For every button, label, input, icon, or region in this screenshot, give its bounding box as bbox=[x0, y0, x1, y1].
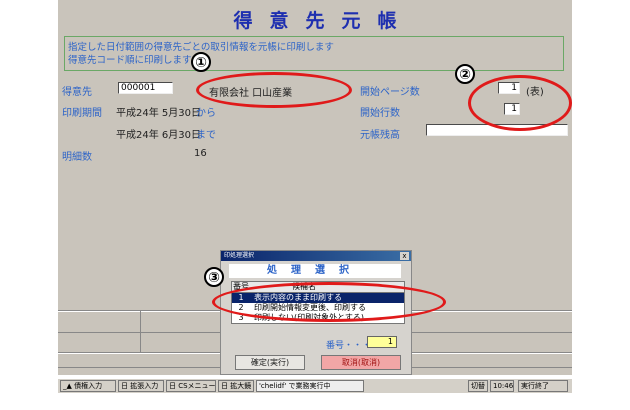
dialog-heading: 処理選択 bbox=[229, 264, 401, 278]
instruction-box: 指定した日付範囲の得意先ごとの取引情報を元帳に印刷します 得意先コード順に印刷し… bbox=[64, 36, 564, 71]
taskbar: _▲ 債権入力 日 拡張入力 日 CSメニュー 日 拡大鏡 'chelidf' … bbox=[58, 378, 572, 393]
period-from-date[interactable]: 平成24年 5月30日 bbox=[116, 104, 201, 119]
annotation-marker-2: ② bbox=[455, 64, 475, 84]
annotation-marker-3: ③ bbox=[204, 267, 224, 287]
annotation-circle-1 bbox=[196, 72, 352, 108]
annotation-circle-2 bbox=[468, 75, 572, 131]
annotation-marker-1: ① bbox=[191, 52, 211, 72]
close-icon[interactable]: x bbox=[400, 252, 409, 260]
detail-count-label: 明細数 bbox=[62, 152, 92, 163]
grid-column bbox=[140, 310, 141, 352]
customer-label: 得意先 bbox=[62, 87, 92, 98]
start-page-label: 開始ページ数 bbox=[360, 87, 420, 98]
taskbar-exit[interactable]: 実行終了 bbox=[518, 380, 568, 392]
start-row-label: 開始行数 bbox=[360, 108, 400, 119]
taskbar-item-3[interactable]: 日 CSメニュー bbox=[166, 380, 216, 392]
taskbar-item-2[interactable]: 日 拡張入力 bbox=[118, 380, 164, 392]
ledger-balance-label: 元帳残高 bbox=[360, 130, 400, 141]
number-label: 番号・・・ bbox=[326, 341, 372, 351]
period-to-date[interactable]: 平成24年 6月30日 bbox=[116, 126, 201, 141]
taskbar-switch[interactable]: 切替 bbox=[468, 380, 488, 392]
period-from-suffix: から bbox=[196, 108, 216, 119]
taskbar-item-4[interactable]: 日 拡大鏡 bbox=[218, 380, 254, 392]
customer-code-field[interactable]: 000001 bbox=[118, 82, 173, 94]
dialog-titlebar-text: 印処理選択 bbox=[224, 252, 255, 259]
taskbar-item-1[interactable]: _▲ 債権入力 bbox=[60, 380, 116, 392]
instruction-line-1: 指定した日付範囲の得意先ごとの取引情報を元帳に印刷します bbox=[68, 42, 334, 53]
dialog-titlebar: 印処理選択 x bbox=[221, 251, 411, 261]
number-input[interactable]: 1 bbox=[367, 336, 397, 348]
confirm-button[interactable]: 確定(実行) bbox=[235, 355, 305, 370]
cancel-button[interactable]: 取消(取消) bbox=[321, 355, 401, 370]
annotation-circle-3 bbox=[212, 282, 446, 322]
period-label: 印刷期間 bbox=[62, 108, 102, 119]
detail-count-value: 16 bbox=[194, 148, 207, 159]
instruction-line-2: 得意先コード順に印刷します bbox=[68, 55, 192, 66]
period-to-suffix: まで bbox=[196, 130, 216, 141]
taskbar-clock: 10:46 bbox=[490, 380, 514, 392]
taskbar-item-5[interactable]: 'chelidf' で業務実行中 bbox=[256, 380, 364, 392]
page-title: 得意先元帳 bbox=[233, 10, 414, 32]
